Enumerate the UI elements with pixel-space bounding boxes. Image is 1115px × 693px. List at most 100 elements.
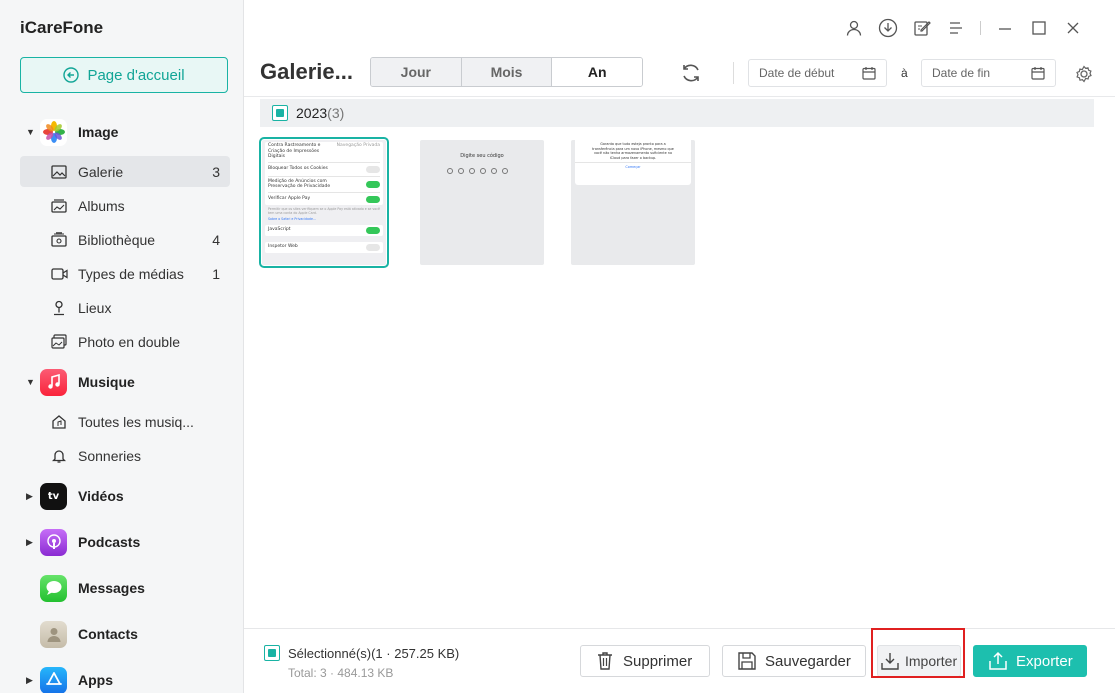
music-icon	[40, 368, 67, 396]
thumb-note: Permitir que os sites verifiquem se o Ap…	[268, 206, 380, 215]
group-year: 2023	[296, 105, 328, 121]
photo-thumbnail[interactable]: Garanta que tudo esteja pronto para a tr…	[571, 140, 695, 265]
sidebar: iCareFone Page d'accueil ▼ Image Galerie…	[0, 0, 244, 693]
import-button-label: Importer	[905, 653, 958, 669]
close-icon[interactable]	[1063, 18, 1083, 38]
delete-button[interactable]: Supprimer	[580, 645, 710, 677]
save-button[interactable]: Sauvegarder	[722, 645, 866, 677]
refresh-icon[interactable]	[680, 62, 702, 84]
select-group-checkbox[interactable]	[272, 105, 288, 121]
main-panel: Galerie... Jour Mois An Date de début à …	[244, 0, 1115, 693]
sidebar-item-galerie[interactable]: Galerie 3	[20, 156, 230, 187]
category-messages[interactable]: Messages	[0, 570, 244, 606]
caret-down-icon: ▼	[26, 127, 35, 137]
sidebar-item-label: Sonneries	[78, 447, 142, 464]
caret-down-icon: ▼	[26, 377, 35, 387]
end-date-field[interactable]: Date de fin	[921, 59, 1056, 87]
sidebar-item-label: Photo en double	[78, 333, 180, 350]
total-summary: Total: 3 · 484.13 KB	[288, 666, 394, 680]
passcode-dots	[447, 168, 508, 174]
messages-icon	[40, 574, 67, 602]
start-date-placeholder: Date de début	[759, 66, 835, 80]
caret-right-icon: ▶	[26, 490, 33, 501]
gear-icon[interactable]	[1075, 65, 1093, 83]
caret-right-icon: ▶	[26, 536, 33, 547]
group-count: (3)	[327, 105, 345, 121]
podcasts-icon	[40, 528, 67, 556]
duplicate-icon	[50, 333, 68, 351]
select-all-checkbox[interactable]	[264, 645, 280, 661]
year-group-header: 2023 (3)	[260, 99, 1094, 127]
export-button-label: Exporter	[1016, 652, 1073, 670]
photos-icon	[40, 118, 67, 146]
import-button[interactable]: Importer	[877, 645, 961, 677]
image-icon	[50, 163, 68, 181]
sidebar-item-label: Albums	[78, 197, 125, 214]
sidebar-item-label: Toutes les musiq...	[78, 413, 194, 430]
thumb-text: Navegação Privada	[336, 143, 380, 148]
category-label: Vidéos	[78, 488, 124, 504]
sidebar-item-bibliotheque[interactable]: Bibliothèque 4	[20, 224, 230, 255]
divider	[244, 96, 1115, 97]
category-musique[interactable]: ▼ Musique	[0, 364, 244, 400]
music-home-icon	[50, 413, 68, 431]
toggle-off	[366, 243, 380, 251]
sidebar-item-label: Galerie	[78, 163, 124, 180]
category-image[interactable]: ▼ Image	[0, 114, 244, 150]
app-title: iCareFone	[20, 18, 104, 37]
action-bar: Sélectionné(s)(1 · 257.25 KB) Total: 3 ·…	[244, 628, 1115, 693]
export-button[interactable]: Exporter	[973, 645, 1087, 677]
category-podcasts[interactable]: ▶ Podcasts	[0, 524, 244, 560]
thumb-text: Começar	[625, 165, 641, 170]
download-icon[interactable]	[878, 18, 898, 38]
save-button-label: Sauvegarder	[765, 652, 851, 670]
divider	[980, 21, 981, 35]
thumb-text: Preservação de Privacidade	[268, 184, 331, 189]
category-contacts[interactable]: Contacts	[0, 616, 244, 652]
thumb-text: Verificar Apple Pay	[268, 196, 311, 202]
tv-icon: tv	[40, 482, 67, 510]
caret-right-icon: ▶	[26, 674, 33, 685]
sidebar-item-photo-double[interactable]: Photo en double	[20, 326, 230, 357]
category-apps[interactable]: ▶ Apps	[0, 662, 244, 693]
home-button-label: Page d'accueil	[87, 66, 185, 84]
video-icon	[50, 265, 68, 283]
item-count: 1	[212, 265, 220, 282]
trash-icon	[598, 652, 612, 670]
toggle-on	[366, 226, 380, 234]
sidebar-item-sonneries[interactable]: Sonneries	[20, 440, 230, 471]
minimize-icon[interactable]	[995, 18, 1015, 38]
thumb-text: Bloquear Todos os Cookies	[268, 166, 328, 172]
maximize-icon[interactable]	[1029, 18, 1049, 38]
menu-icon[interactable]	[946, 18, 966, 38]
tab-mois[interactable]: Mois	[461, 58, 553, 86]
category-videos[interactable]: ▶ tv Vidéos	[0, 478, 244, 514]
category-label: Contacts	[78, 626, 138, 642]
start-date-field[interactable]: Date de début	[748, 59, 887, 87]
thumb-link: Sobre o Safari e Privacidade...	[268, 216, 316, 221]
divider	[733, 62, 734, 84]
home-button[interactable]: Page d'accueil	[20, 57, 228, 93]
account-icon[interactable]	[844, 18, 864, 38]
calendar-icon	[1031, 67, 1045, 80]
category-label: Musique	[78, 374, 135, 390]
sidebar-item-lieux[interactable]: Lieux	[20, 292, 230, 323]
export-icon	[989, 651, 1007, 670]
sidebar-item-types-medias[interactable]: Types de médias 1	[20, 258, 230, 289]
toggle-on	[366, 180, 380, 188]
tab-an[interactable]: An	[552, 58, 642, 86]
window-controls	[844, 18, 1083, 38]
tab-jour[interactable]: Jour	[371, 58, 462, 86]
photo-thumbnail[interactable]: Digite seu código	[420, 140, 544, 265]
sidebar-item-toutes-musiques[interactable]: Toutes les musiq...	[20, 406, 230, 437]
arrow-left-circle-icon	[63, 67, 80, 83]
date-separator: à	[901, 66, 908, 80]
library-icon	[50, 231, 68, 249]
thumb-text: Digitais	[268, 154, 285, 159]
feedback-edit-icon[interactable]	[912, 18, 932, 38]
category-label: Podcasts	[78, 534, 141, 550]
photo-thumbnail[interactable]: Contra Rastreamento e Criação de Impress…	[259, 137, 389, 268]
sidebar-item-label: Bibliothèque	[78, 231, 156, 248]
sidebar-item-albums[interactable]: Albums	[20, 190, 230, 221]
sidebar-item-label: Types de médias	[78, 265, 184, 282]
